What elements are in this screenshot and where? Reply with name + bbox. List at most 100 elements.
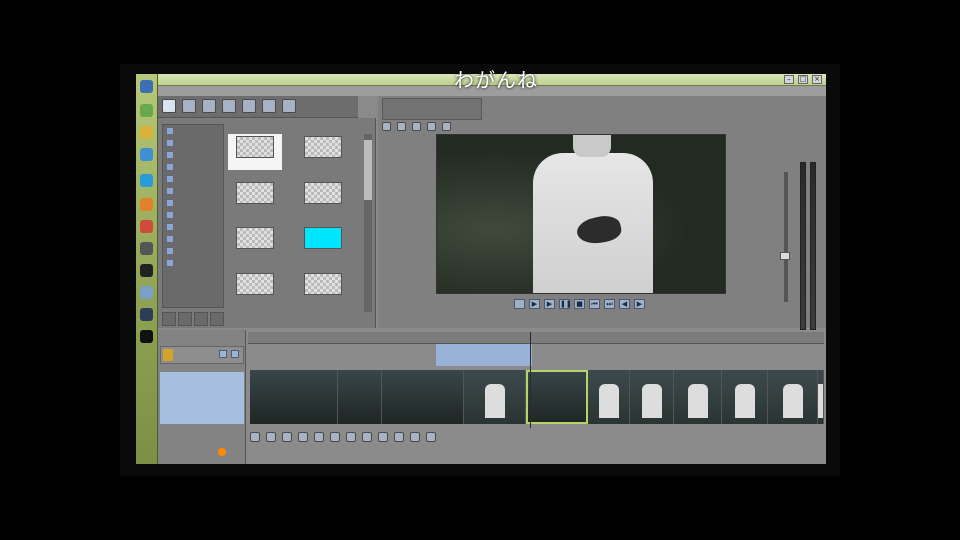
transition-thumbnail[interactable] [228, 180, 282, 216]
window-controls: – □ × [784, 75, 822, 84]
selected-track-area[interactable] [160, 372, 244, 424]
go-to-start-icon[interactable]: ⏮ [589, 299, 600, 309]
tree-item[interactable] [163, 233, 223, 245]
transition-thumbnail[interactable] [296, 225, 350, 261]
delete-icon[interactable] [314, 432, 324, 442]
close-button[interactable]: × [812, 75, 822, 84]
tree-item[interactable] [163, 161, 223, 173]
next-frame-icon[interactable]: ▶ [634, 299, 645, 309]
scrollbar-thumb[interactable] [364, 140, 372, 200]
media-player-icon[interactable] [140, 80, 153, 93]
tree-item[interactable] [163, 173, 223, 185]
maximize-button[interactable]: □ [798, 75, 808, 84]
zoom-tool-icon[interactable] [298, 432, 308, 442]
panel-tab[interactable] [210, 312, 224, 326]
selection-tool-icon[interactable] [282, 432, 292, 442]
undo-icon[interactable] [262, 99, 276, 113]
person-head [573, 135, 611, 157]
tree-item[interactable] [163, 197, 223, 209]
split-icon[interactable] [346, 432, 356, 442]
orange-app-icon[interactable] [140, 198, 153, 211]
browser-icon[interactable] [140, 148, 153, 161]
mute-button[interactable] [219, 350, 227, 358]
video-clip[interactable] [588, 370, 630, 424]
preview-copy-icon[interactable] [427, 122, 436, 131]
playhead-cursor[interactable] [530, 332, 531, 428]
globe-tool-icon[interactable] [202, 99, 216, 113]
audio-track-header[interactable] [160, 346, 244, 364]
chrome-icon[interactable] [140, 126, 153, 139]
trim-icon[interactable] [330, 432, 340, 442]
tree-item[interactable] [163, 209, 223, 221]
lock-icon[interactable] [362, 432, 372, 442]
transition-thumbnail[interactable] [228, 134, 282, 170]
media-tab-icon[interactable] [162, 99, 176, 113]
dark-app-icon[interactable] [140, 330, 153, 343]
video-clip[interactable] [722, 370, 768, 424]
tree-item[interactable] [163, 221, 223, 233]
prev-frame-icon[interactable]: ◀ [619, 299, 630, 309]
transition-thumbnail[interactable] [296, 134, 350, 170]
play-from-start-icon[interactable]: ▶ [529, 299, 540, 309]
transition-thumbnail[interactable] [228, 225, 282, 261]
tool-icon[interactable] [140, 242, 153, 255]
solo-button[interactable] [231, 350, 239, 358]
volume-fader-track[interactable] [784, 172, 788, 302]
video-preview[interactable] [436, 134, 726, 294]
tree-item[interactable] [163, 125, 223, 137]
tree-item[interactable] [163, 185, 223, 197]
save-icon[interactable] [222, 99, 236, 113]
go-to-end-icon[interactable]: ⏭ [604, 299, 615, 309]
render-icon[interactable] [242, 99, 256, 113]
video-clip[interactable] [338, 370, 382, 424]
timeline-ruler[interactable] [248, 332, 824, 344]
skype-icon[interactable] [140, 174, 153, 187]
tree-item[interactable] [163, 245, 223, 257]
folder-icon[interactable] [140, 104, 153, 117]
tree-item[interactable] [163, 257, 223, 269]
marker-icon[interactable] [378, 432, 388, 442]
transition-thumbnail[interactable] [228, 271, 282, 307]
minimize-button[interactable]: – [784, 75, 794, 84]
tree-item[interactable] [163, 149, 223, 161]
preview-save-icon[interactable] [442, 122, 451, 131]
play-icon[interactable]: ▶ [544, 299, 555, 309]
volume-fader-knob[interactable] [780, 252, 790, 260]
preview-overlay-icon[interactable] [412, 122, 421, 131]
app-icon[interactable] [140, 286, 153, 299]
red-app-icon[interactable] [140, 220, 153, 233]
panel-tab[interactable] [162, 312, 176, 326]
video-clip[interactable] [818, 370, 824, 424]
thumbnail-preview [304, 227, 342, 249]
normal-edit-tool-icon[interactable] [250, 432, 260, 442]
pause-icon[interactable]: ❚❚ [559, 299, 572, 309]
transition-thumbnail[interactable] [296, 180, 350, 216]
loop-icon[interactable] [514, 299, 525, 309]
envelope-tool-icon[interactable] [266, 432, 276, 442]
video-clip[interactable] [630, 370, 674, 424]
auto-ripple-icon[interactable] [426, 432, 436, 442]
panel-tab[interactable] [178, 312, 192, 326]
region-icon[interactable] [394, 432, 404, 442]
thumbnail-scrollbar[interactable] [364, 134, 372, 312]
steam-icon[interactable] [140, 308, 153, 321]
transition-thumbnail[interactable] [296, 271, 350, 307]
video-clip[interactable] [464, 370, 526, 424]
record-icon[interactable] [218, 448, 226, 456]
video-clip[interactable] [768, 370, 818, 424]
preview-settings-icon[interactable] [382, 122, 391, 131]
video-clip[interactable] [674, 370, 722, 424]
loop-region[interactable] [436, 344, 532, 366]
globe-icon[interactable] [140, 264, 153, 277]
video-clip[interactable] [250, 370, 338, 424]
video-clip[interactable] [526, 370, 588, 424]
stop-icon[interactable]: ■ [574, 299, 585, 309]
panel-tab[interactable] [194, 312, 208, 326]
preview-split-icon[interactable] [397, 122, 406, 131]
video-clip[interactable] [382, 370, 464, 424]
snap-icon[interactable] [410, 432, 420, 442]
transitions-tab-icon[interactable] [182, 99, 196, 113]
folder-tree[interactable] [162, 124, 224, 308]
redo-icon[interactable] [282, 99, 296, 113]
tree-item[interactable] [163, 137, 223, 149]
